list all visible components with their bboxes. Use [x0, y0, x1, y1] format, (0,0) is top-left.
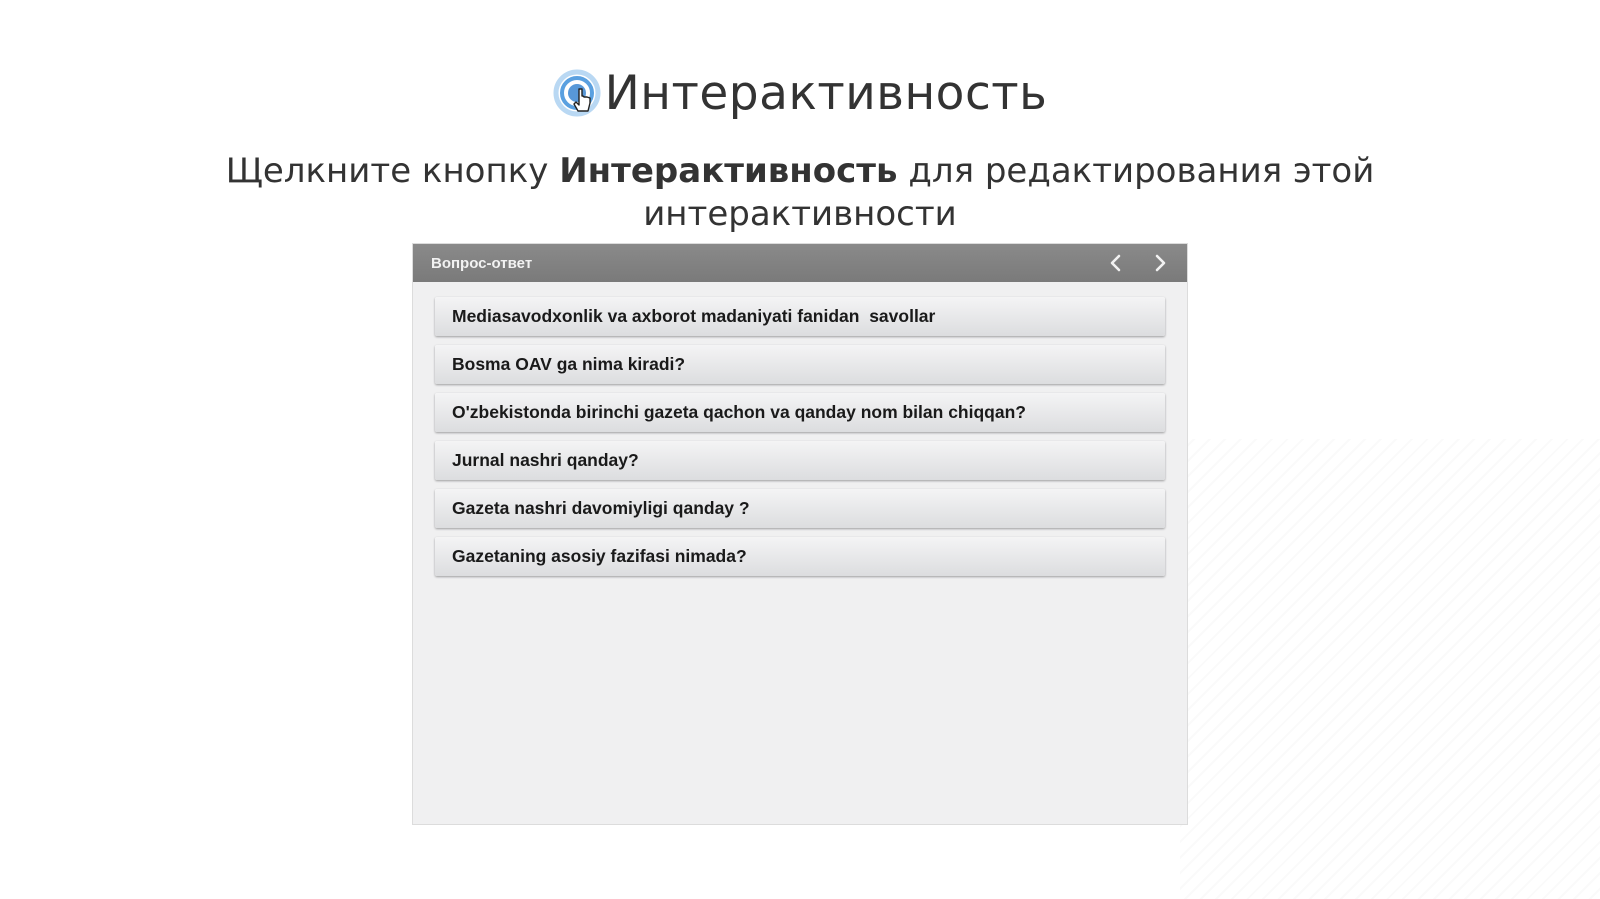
widget-title: Вопрос-ответ: [431, 254, 533, 272]
next-button[interactable]: [1147, 250, 1173, 276]
question-item[interactable]: O'zbekistonda birinchi gazeta qachon va …: [435, 393, 1165, 432]
background-pattern: [1180, 439, 1600, 899]
question-item[interactable]: Gazetaning asosiy fazifasi nimada?: [435, 537, 1165, 576]
qa-widget: Вопрос-ответ Mediasavodxonlik va axborot…: [412, 243, 1188, 825]
question-list: Mediasavodxonlik va axborot madaniyati f…: [413, 282, 1187, 576]
page-title: Интерактивность: [604, 65, 1048, 121]
question-item[interactable]: Bosma OAV ga nima kiradi?: [435, 345, 1165, 384]
question-item[interactable]: Gazeta nashri davomiyligi qanday ?: [435, 489, 1165, 528]
widget-nav: [1103, 244, 1173, 282]
touch-hand-icon: [553, 67, 605, 119]
chevron-right-icon: [1155, 254, 1166, 272]
widget-header: Вопрос-ответ: [413, 244, 1187, 282]
chevron-left-icon: [1110, 254, 1121, 272]
slide-title-row: Интерактивность: [0, 58, 1600, 128]
instruction-text: Щелкните кнопку Интерактивность для реда…: [200, 150, 1400, 236]
prev-button[interactable]: [1103, 250, 1129, 276]
question-item[interactable]: Jurnal nashri qanday?: [435, 441, 1165, 480]
instruction-bold: Интерактивность: [559, 151, 898, 191]
question-item[interactable]: Mediasavodxonlik va axborot madaniyati f…: [435, 297, 1165, 336]
instruction-prefix: Щелкните кнопку: [225, 151, 560, 191]
